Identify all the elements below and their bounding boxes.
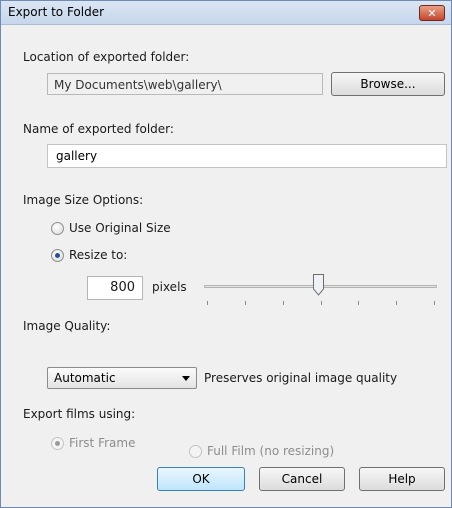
- slider-tick: [396, 301, 397, 305]
- slider-thumb-icon[interactable]: [313, 274, 324, 296]
- resize-to-label: Resize to:: [69, 248, 128, 262]
- use-original-size-radio[interactable]: Use Original Size: [51, 221, 171, 235]
- size-slider[interactable]: [204, 268, 437, 308]
- folder-name-field[interactable]: gallery: [47, 144, 447, 168]
- slider-tick: [321, 301, 322, 305]
- pixels-input[interactable]: 800: [87, 276, 143, 300]
- chevron-down-icon: [182, 376, 190, 381]
- location-field: My Documents\web\gallery\: [47, 73, 323, 95]
- radio-unchecked-icon: [189, 444, 202, 458]
- title-bar[interactable]: Export to Folder ✕: [1, 1, 451, 25]
- slider-tick: [207, 301, 208, 305]
- first-frame-label: First Frame: [69, 436, 136, 450]
- image-quality-description: Preserves original image quality: [204, 371, 398, 385]
- folder-name-label: Name of exported folder:: [23, 122, 174, 136]
- image-quality-label: Image Quality:: [23, 319, 111, 333]
- slider-tick: [245, 301, 246, 305]
- radio-checked-icon: [51, 436, 64, 450]
- image-quality-select[interactable]: Automatic: [47, 367, 197, 389]
- pixels-unit-label: pixels: [152, 280, 187, 294]
- cancel-button[interactable]: Cancel: [259, 467, 345, 491]
- use-original-size-label: Use Original Size: [69, 221, 171, 235]
- close-button[interactable]: ✕: [419, 5, 445, 21]
- slider-tick: [434, 301, 435, 305]
- full-film-label: Full Film (no resizing): [207, 444, 335, 458]
- image-size-options-label: Image Size Options:: [23, 193, 144, 207]
- resize-to-radio[interactable]: Resize to:: [51, 248, 127, 262]
- full-film-radio[interactable]: Full Film (no resizing): [189, 444, 334, 458]
- image-quality-value: Automatic: [54, 371, 116, 385]
- radio-checked-icon: [51, 248, 64, 262]
- location-label: Location of exported folder:: [23, 50, 190, 64]
- window-title: Export to Folder: [8, 5, 105, 19]
- slider-tick: [358, 301, 359, 305]
- ok-button[interactable]: OK: [157, 467, 245, 491]
- help-button[interactable]: Help: [359, 467, 445, 491]
- first-frame-radio[interactable]: First Frame: [51, 436, 135, 450]
- export-to-folder-dialog: Export to Folder ✕ Location of exported …: [0, 0, 452, 508]
- browse-button[interactable]: Browse...: [331, 72, 445, 96]
- export-films-label: Export films using:: [23, 407, 136, 421]
- dialog-body: Location of exported folder: My Document…: [1, 26, 451, 507]
- close-icon: ✕: [427, 6, 437, 20]
- slider-tick: [283, 301, 284, 305]
- radio-unchecked-icon: [51, 221, 64, 235]
